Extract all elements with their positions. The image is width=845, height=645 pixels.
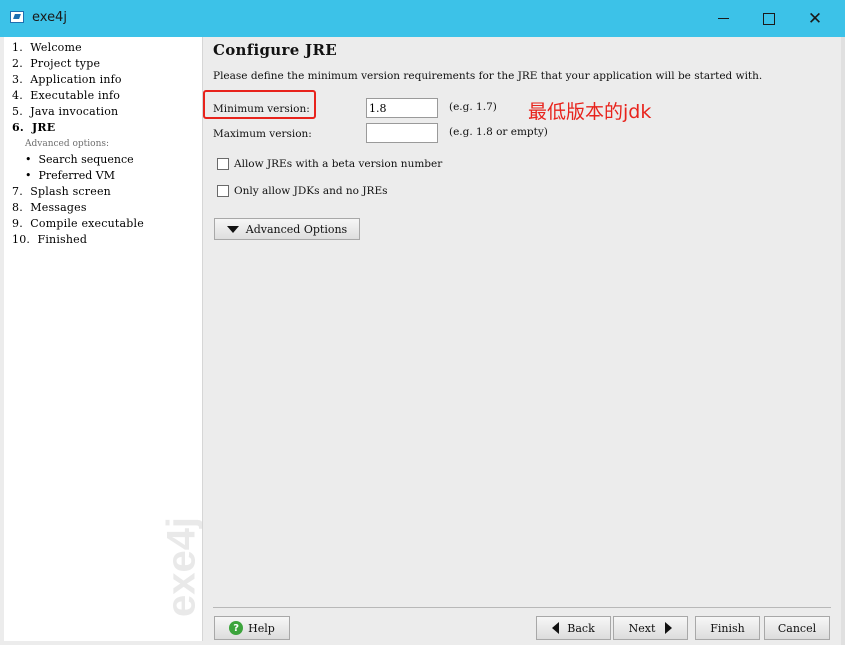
- close-icon: ✕: [807, 8, 823, 29]
- title-bar[interactable]: exe4j ✕: [0, 0, 845, 37]
- minimum-version-input[interactable]: [366, 98, 438, 118]
- only-jdks-label: Only allow JDKs and no JREs: [234, 185, 388, 197]
- page-description: Please define the minimum version requir…: [213, 70, 763, 82]
- arrow-left-icon: [552, 622, 560, 634]
- wizard-content: Configure JRE Please define the minimum …: [203, 37, 841, 641]
- annotation-text: 最低版本的jdk: [528, 101, 652, 123]
- footer-divider: [213, 607, 831, 608]
- app-icon: [10, 11, 24, 23]
- page-title: Configure JRE: [213, 41, 337, 59]
- triangle-down-icon: [226, 225, 239, 233]
- window-right-edge: [841, 37, 845, 645]
- window-title: exe4j: [32, 10, 67, 25]
- sidebar-item-preferred-vm[interactable]: • Preferred VM: [25, 169, 115, 182]
- sidebar-item-jre[interactable]: 6. JRE: [12, 121, 55, 134]
- advanced-options-button[interactable]: Advanced Options: [214, 218, 360, 240]
- maximum-version-input[interactable]: [366, 123, 438, 143]
- back-button[interactable]: Back: [536, 616, 611, 640]
- advanced-options-label: Advanced Options: [245, 222, 348, 236]
- allow-beta-jre-label: Allow JREs with a beta version number: [234, 158, 443, 170]
- cancel-label: Cancel: [777, 621, 817, 635]
- cancel-button[interactable]: Cancel: [764, 616, 830, 640]
- sidebar-item-application-info[interactable]: 3. Application info: [12, 73, 122, 86]
- back-label: Back: [567, 621, 595, 635]
- advanced-options-header: Advanced options:: [25, 139, 110, 149]
- sidebar-item-welcome[interactable]: 1. Welcome: [12, 41, 82, 54]
- allow-beta-jre-checkbox[interactable]: [217, 158, 229, 170]
- maximum-version-label: Maximum version:: [213, 128, 312, 140]
- sidebar-item-finished[interactable]: 10. Finished: [12, 233, 87, 246]
- sidebar-item-executable-info[interactable]: 4. Executable info: [12, 89, 120, 102]
- sidebar-item-search-sequence[interactable]: • Search sequence: [25, 153, 134, 166]
- sidebar-item-splash-screen[interactable]: 7. Splash screen: [12, 185, 111, 198]
- maximum-version-hint: (e.g. 1.8 or empty): [449, 126, 548, 138]
- minimize-icon: [717, 18, 729, 19]
- maximize-icon: [763, 12, 775, 25]
- maximize-button[interactable]: [746, 0, 792, 37]
- allow-beta-jre-row[interactable]: Allow JREs with a beta version number: [217, 158, 442, 170]
- arrow-right-icon: [665, 622, 673, 634]
- only-jdks-row[interactable]: Only allow JDKs and no JREs: [217, 185, 388, 197]
- sidebar-item-compile-executable[interactable]: 9. Compile executable: [12, 217, 144, 230]
- sidebar-item-messages[interactable]: 8. Messages: [12, 201, 87, 214]
- watermark-text: exe4j: [160, 517, 203, 617]
- question-mark-icon: ?: [229, 621, 244, 635]
- only-jdks-checkbox[interactable]: [217, 185, 229, 197]
- finish-button[interactable]: Finish: [695, 616, 760, 640]
- minimum-version-hint: (e.g. 1.7): [449, 101, 497, 113]
- sidebar-item-java-invocation[interactable]: 5. Java invocation: [12, 105, 118, 118]
- sidebar-item-project-type[interactable]: 2. Project type: [12, 57, 100, 70]
- exe4j-watermark-logo: exe4j: [160, 517, 203, 617]
- close-button[interactable]: ✕: [792, 0, 838, 37]
- minimum-version-label: Minimum version:: [213, 103, 310, 115]
- next-label: Next: [628, 621, 656, 635]
- next-button[interactable]: Next: [613, 616, 688, 640]
- minimize-button[interactable]: [700, 0, 746, 37]
- help-label: Help: [248, 621, 275, 635]
- finish-label: Finish: [710, 621, 745, 635]
- help-button[interactable]: ? Help: [214, 616, 290, 640]
- wizard-sidebar: 1. Welcome 2. Project type 3. Applicatio…: [4, 37, 203, 641]
